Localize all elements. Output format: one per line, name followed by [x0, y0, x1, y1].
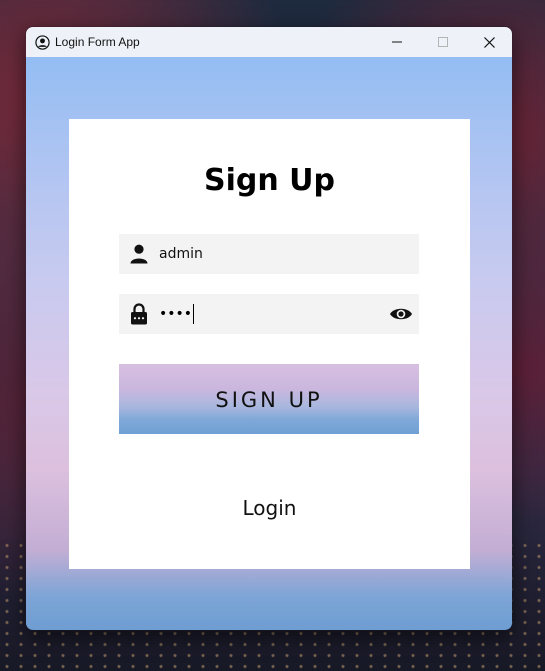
title-bar: Login Form App: [26, 27, 512, 57]
sign-up-button[interactable]: SIGN UP: [119, 364, 419, 434]
maximize-button[interactable]: [420, 27, 466, 57]
password-field[interactable]: ••••: [119, 294, 419, 334]
maximize-icon: [438, 37, 448, 47]
minimize-button[interactable]: [374, 27, 420, 57]
window-client-area: Sign Up admin •••• SIGN UP Login: [26, 57, 512, 630]
close-button[interactable]: [466, 27, 512, 57]
lock-icon: [129, 303, 149, 325]
minimize-icon: [392, 41, 402, 43]
close-icon: [483, 36, 495, 48]
password-input[interactable]: ••••: [159, 304, 195, 324]
login-link[interactable]: Login: [69, 496, 470, 520]
username-input[interactable]: [159, 239, 369, 269]
user-icon: [34, 34, 50, 50]
password-value: ••••: [159, 306, 193, 322]
username-field[interactable]: [119, 234, 419, 274]
signup-card: Sign Up admin •••• SIGN UP Login: [69, 119, 470, 569]
page-title: Sign Up: [203, 163, 335, 198]
user-icon: [129, 244, 149, 264]
app-window: Login Form App Sign Up admin •••• SIGN U…: [25, 26, 513, 631]
text-cursor: [193, 304, 195, 324]
window-title: Login Form App: [55, 35, 140, 49]
eye-icon[interactable]: [389, 304, 413, 324]
sign-up-button-label: SIGN UP: [215, 388, 323, 412]
